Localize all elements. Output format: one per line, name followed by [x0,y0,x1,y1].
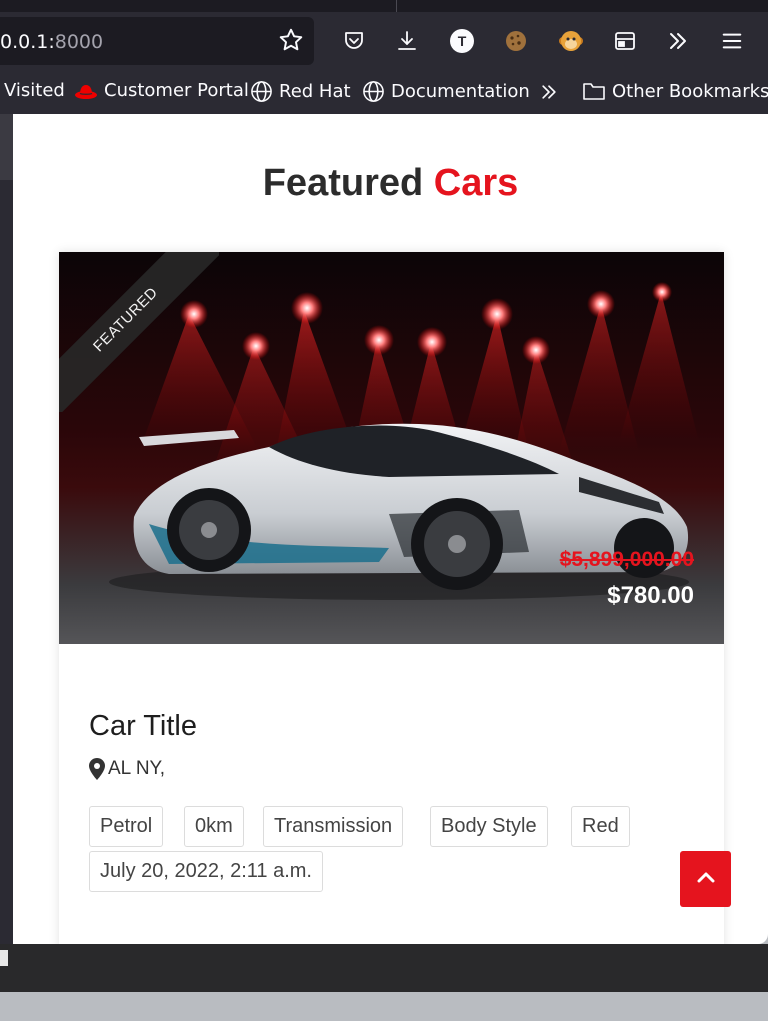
left-edge-strip [0,114,13,944]
back-to-top-button[interactable] [680,851,731,907]
url-port: 8000 [54,31,104,53]
bookmarks-toolbar: Visited Customer Portal Red Hat Document… [0,70,768,114]
globe-icon [250,80,273,103]
redhat-icon [74,81,98,101]
chevron-up-icon [697,870,715,888]
browser-window: 0.0.1:8000 T Visited Customer Portal Red… [0,0,768,1021]
bookmark-label: Visited [4,80,65,101]
bookmark-label: Customer Portal [104,80,249,101]
car-title[interactable]: Car Title [89,710,197,743]
download-icon[interactable] [392,26,422,56]
section-title-accent: Cars [433,162,519,204]
chip-body-style: Body Style [430,806,548,847]
bookmark-label: Other Bookmarks [612,80,768,102]
car-card[interactable]: FEATURED $5,899,000.00 $780.00 Car Title… [59,252,724,952]
overflow-chevrons-icon[interactable] [663,26,693,56]
url-bar[interactable]: 0.0.1:8000 [0,17,314,65]
bookmark-visited[interactable]: Visited [4,80,65,101]
tab-strip [0,0,768,12]
location: AL NY, [89,758,165,780]
url-text[interactable]: 0.0.1:8000 [0,31,103,53]
chip-fuel: Petrol [89,806,164,847]
tab-separator [396,0,397,12]
location-text: AL NY, [108,758,166,779]
pocket-icon[interactable] [339,26,369,56]
globe-icon [362,80,385,103]
chip-date: July 20, 2022, 2:11 a.m. [89,851,323,892]
section-title: Featured Cars [13,162,768,205]
cookie-icon[interactable] [501,26,531,56]
chevrons-icon [538,82,560,107]
chip-color: Red [571,806,630,847]
account-initial: T [458,33,467,49]
price: $780.00 [607,582,694,609]
monkey-icon[interactable] [556,26,586,56]
navigation-toolbar: 0.0.1:8000 T [0,12,768,70]
url-host: 0.0.1: [0,31,55,53]
footer [0,944,768,992]
map-pin-icon [89,758,105,780]
bookmark-label: Red Hat [279,81,351,102]
bookmarks-overflow-button[interactable] [538,82,560,107]
car-image[interactable]: FEATURED $5,899,000.00 $780.00 [59,252,724,644]
old-price: $5,899,000.00 [559,548,694,571]
footer-marker [0,950,8,966]
page-content: Featured Cars FEATURED $5,899,000.00 $78… [13,114,768,952]
bookmark-customer-portal[interactable]: Customer Portal [74,80,249,101]
bookmark-label: Documentation [391,81,530,102]
star-icon[interactable] [276,25,306,55]
container-icon[interactable] [610,26,640,56]
bookmark-red-hat[interactable]: Red Hat [250,80,351,103]
account-icon[interactable]: T [447,26,477,56]
bookmark-other-bookmarks[interactable]: Other Bookmarks [582,80,768,102]
chip-mileage: 0km [184,806,244,847]
menu-icon[interactable] [717,26,747,56]
folder-icon [582,80,606,102]
left-edge-highlight [0,114,13,180]
chip-transmission: Transmission [263,806,404,847]
featured-ribbon: FEATURED [59,252,219,412]
bookmark-documentation[interactable]: Documentation [362,80,530,103]
window-bottom-edge [0,992,768,1021]
featured-ribbon-label: FEATURED [59,252,219,412]
section-title-main: Featured [262,162,424,204]
